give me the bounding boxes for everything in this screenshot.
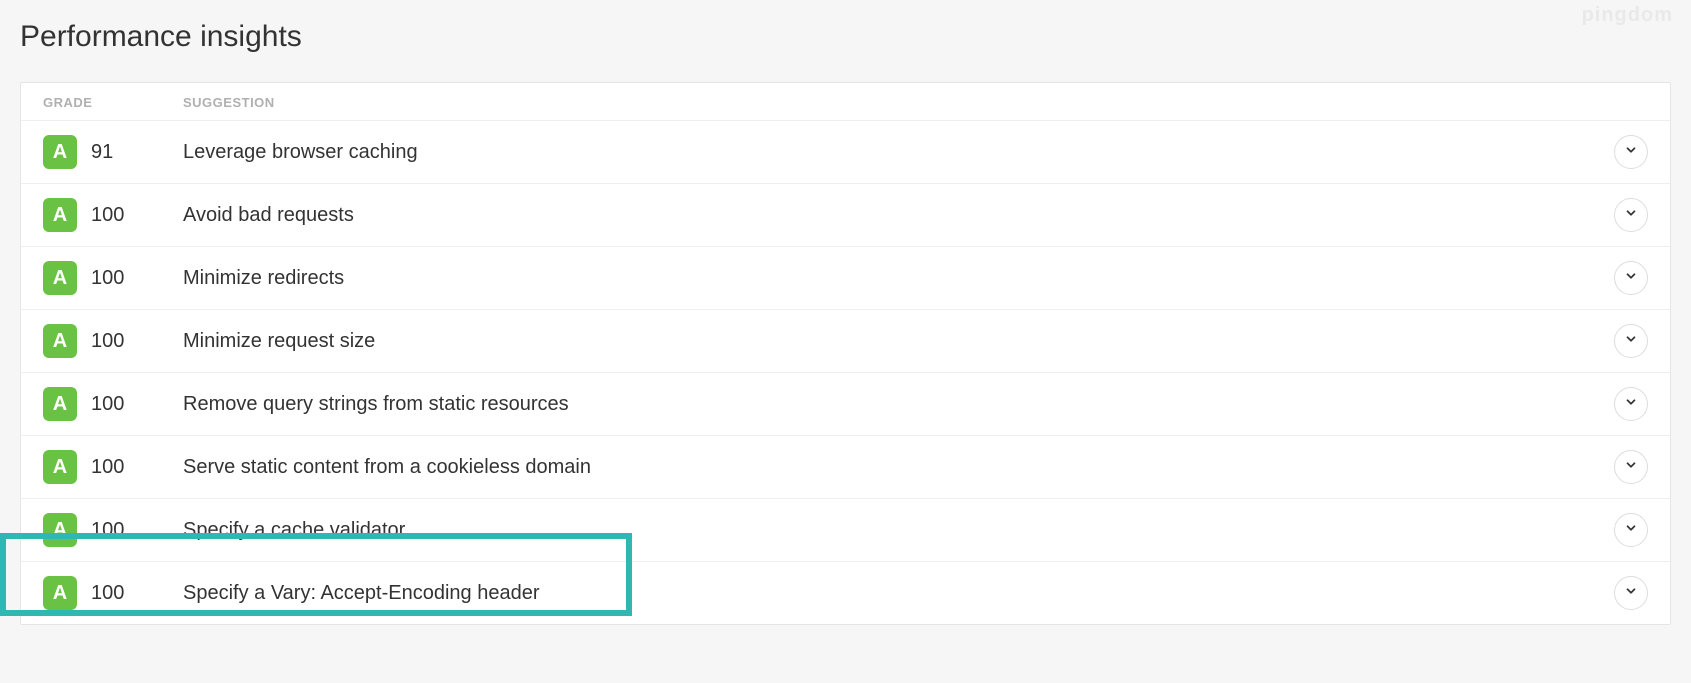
page-title: Performance insights: [20, 20, 1671, 54]
grade-score: 100: [91, 519, 124, 542]
grade-badge: A: [43, 135, 77, 169]
suggestion-text: Specify a Vary: Accept-Encoding header: [183, 582, 1604, 605]
grade-badge: A: [43, 324, 77, 358]
grade-cell: A 100: [43, 198, 183, 232]
expand-button[interactable]: [1614, 450, 1648, 484]
suggestion-text: Minimize redirects: [183, 267, 1604, 290]
header-grade: GRADE: [43, 95, 183, 110]
table-row[interactable]: A 100 Serve static content from a cookiele…: [21, 436, 1670, 499]
table-row[interactable]: A 100 Minimize request size: [21, 310, 1670, 373]
expand-cell: [1604, 135, 1648, 169]
chevron-down-icon: [1624, 521, 1638, 540]
grade-score: 100: [91, 204, 124, 227]
grade-cell: A 100: [43, 513, 183, 547]
suggestion-text: Remove query strings from static resourc…: [183, 393, 1604, 416]
grade-cell: A 100: [43, 387, 183, 421]
chevron-down-icon: [1624, 458, 1638, 477]
expand-cell: [1604, 513, 1648, 547]
grade-cell: A 100: [43, 324, 183, 358]
suggestion-text: Leverage browser caching: [183, 141, 1604, 164]
table-row[interactable]: A 100 Specify a Vary: Accept-Encoding head…: [21, 562, 1670, 624]
grade-score: 100: [91, 456, 124, 479]
page-container: Performance insights GRADE SUGGESTION A9…: [0, 0, 1691, 655]
table-row[interactable]: A 91 Leverage browser caching: [21, 121, 1670, 184]
expand-cell: [1604, 450, 1648, 484]
grade-badge: A: [43, 261, 77, 295]
suggestion-text: Minimize request size: [183, 330, 1604, 353]
header-suggestion: SUGGESTION: [183, 95, 1604, 110]
expand-button[interactable]: [1614, 135, 1648, 169]
grade-badge: A: [43, 513, 77, 547]
chevron-down-icon: [1624, 143, 1638, 162]
suggestion-text: Avoid bad requests: [183, 204, 1604, 227]
expand-cell: [1604, 387, 1648, 421]
grade-score: 100: [91, 393, 124, 416]
grade-cell: A 100: [43, 576, 183, 610]
grade-badge: A: [43, 387, 77, 421]
grade-score: 91: [91, 141, 113, 164]
grade-badge: A: [43, 576, 77, 610]
expand-cell: [1604, 324, 1648, 358]
grade-score: 100: [91, 330, 124, 353]
table-row[interactable]: A 100 Specify a cache validator: [21, 499, 1670, 562]
expand-button[interactable]: [1614, 261, 1648, 295]
expand-cell: [1604, 198, 1648, 232]
chevron-down-icon: [1624, 269, 1638, 288]
chevron-down-icon: [1624, 332, 1638, 351]
chevron-down-icon: [1624, 395, 1638, 414]
expand-button[interactable]: [1614, 576, 1648, 610]
suggestion-text: Serve static content from a cookieless d…: [183, 456, 1604, 479]
grade-badge: A: [43, 450, 77, 484]
insights-header-row: GRADE SUGGESTION: [21, 83, 1670, 121]
table-row[interactable]: A 100 Avoid bad requests: [21, 184, 1670, 247]
table-row[interactable]: A 100 Remove query strings from static res…: [21, 373, 1670, 436]
watermark-text: pingdom: [1582, 4, 1673, 27]
expand-button[interactable]: [1614, 387, 1648, 421]
expand-button[interactable]: [1614, 198, 1648, 232]
grade-cell: A 100: [43, 261, 183, 295]
expand-button[interactable]: [1614, 513, 1648, 547]
expand-cell: [1604, 576, 1648, 610]
expand-button[interactable]: [1614, 324, 1648, 358]
suggestion-text: Specify a cache validator: [183, 519, 1604, 542]
grade-score: 100: [91, 582, 124, 605]
expand-cell: [1604, 261, 1648, 295]
grade-score: 100: [91, 267, 124, 290]
grade-cell: A 100: [43, 450, 183, 484]
grade-badge: A: [43, 198, 77, 232]
chevron-down-icon: [1624, 584, 1638, 603]
insights-rows: A 91 Leverage browser caching A 100 Avoid bad…: [21, 121, 1670, 624]
insights-table: GRADE SUGGESTION A 91 Leverage browser cac…: [20, 82, 1671, 625]
grade-cell: A 91: [43, 135, 183, 169]
table-row[interactable]: A 100 Minimize redirects: [21, 247, 1670, 310]
chevron-down-icon: [1624, 206, 1638, 225]
